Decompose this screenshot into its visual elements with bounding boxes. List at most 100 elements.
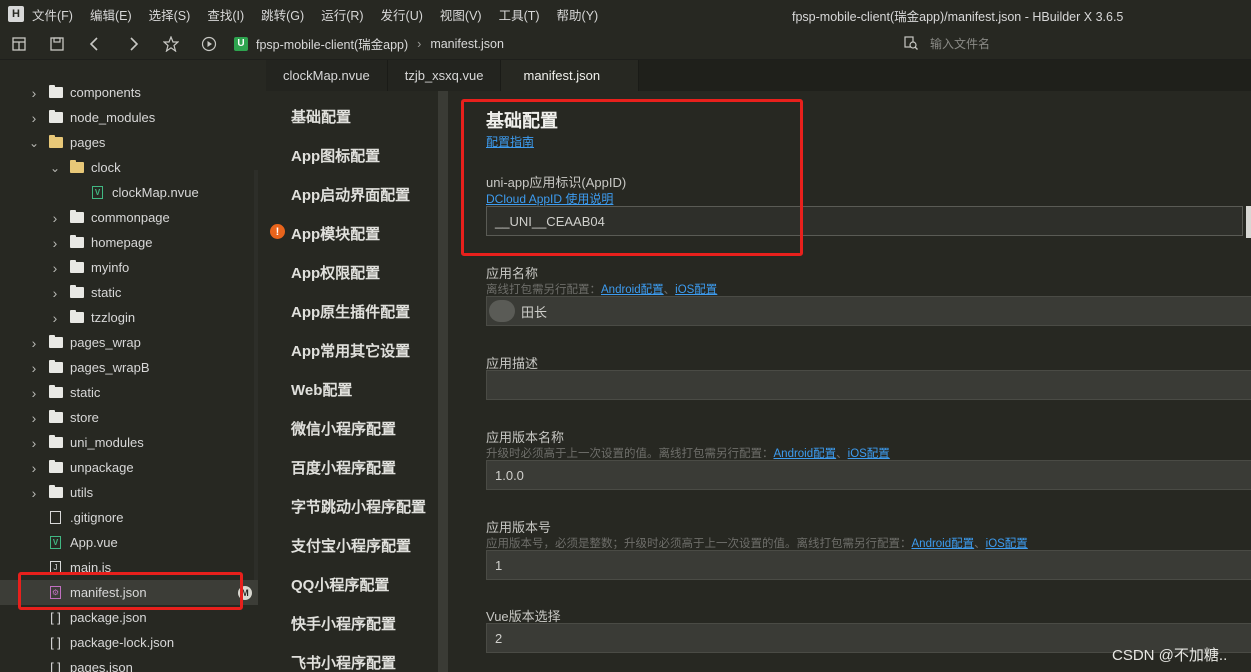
chevron-right-icon[interactable]: › xyxy=(49,310,61,326)
pane-splitter[interactable] xyxy=(438,91,448,672)
tree-file[interactable]: Jmain.js xyxy=(0,555,258,580)
chevron-right-icon[interactable]: › xyxy=(28,485,40,501)
tree-folder[interactable]: › homepage xyxy=(0,230,258,255)
chevron-right-icon[interactable]: › xyxy=(28,110,40,126)
tree-folder[interactable]: › myinfo xyxy=(0,255,258,280)
chevron-right-icon[interactable]: › xyxy=(49,210,61,226)
tree-folder[interactable]: › static xyxy=(0,380,258,405)
version-name-field[interactable]: 1.0.0 xyxy=(486,460,1251,490)
section-qq-mp[interactable]: QQ小程序配置 xyxy=(291,574,389,595)
chevron-down-icon[interactable]: ⌄ xyxy=(28,136,40,150)
star-icon[interactable] xyxy=(152,29,190,59)
tree-file[interactable]: VclockMap.nvue xyxy=(0,180,258,205)
section-app-permissions[interactable]: App权限配置 xyxy=(291,262,380,283)
section-app-modules[interactable]: App模块配置 xyxy=(291,223,380,244)
file-search-input[interactable] xyxy=(930,37,1210,51)
tree-folder[interactable]: ⌄ pages xyxy=(0,130,258,155)
folder-shape xyxy=(69,285,84,298)
version-code-android-link[interactable]: Android配置 xyxy=(912,538,975,550)
version-code-field[interactable]: 1 xyxy=(486,550,1251,580)
section-bytedance-mp[interactable]: 字节跳动小程序配置 xyxy=(291,496,426,517)
section-feishu-mp[interactable]: 飞书小程序配置 xyxy=(291,652,396,672)
chevron-right-icon[interactable]: › xyxy=(28,385,40,401)
tree-folder[interactable]: › commonpage xyxy=(0,205,258,230)
section-app-other-settings[interactable]: App常用其它设置 xyxy=(291,340,410,361)
json-glyph: [ ] xyxy=(50,610,61,625)
section-app-splash[interactable]: App启动界面配置 xyxy=(291,184,410,205)
version-name-ios-link[interactable]: iOS配置 xyxy=(848,448,890,460)
folder-icon xyxy=(69,235,84,249)
tree-folder[interactable]: ⌄ clock xyxy=(0,155,258,180)
chevron-down-icon[interactable]: ⌄ xyxy=(49,161,61,175)
tree-folder[interactable]: › utils xyxy=(0,480,258,505)
tree-folder[interactable]: › tzzlogin xyxy=(0,305,258,330)
section-kuaishou-mp[interactable]: 快手小程序配置 xyxy=(291,613,396,634)
breadcrumb-project[interactable]: fpsp-mobile-client(瑞金app) xyxy=(256,34,408,53)
tree-folder[interactable]: › pages_wrapB xyxy=(0,355,258,380)
menu-file[interactable]: 文件(F) xyxy=(32,5,73,24)
menu-help[interactable]: 帮助(Y) xyxy=(557,5,599,24)
menu-tools[interactable]: 工具(T) xyxy=(499,5,540,24)
menu-find[interactable]: 查找(I) xyxy=(207,5,244,24)
appid-label: uni-app应用标识(AppID) xyxy=(486,175,627,190)
tree-folder[interactable]: › static xyxy=(0,280,258,305)
section-alipay-mp[interactable]: 支付宝小程序配置 xyxy=(291,535,411,556)
version-name-android-link[interactable]: Android配置 xyxy=(774,448,837,460)
tree-file[interactable]: [ ] package.json xyxy=(0,605,258,630)
section-wechat-mp[interactable]: 微信小程序配置 xyxy=(291,418,396,439)
tree-file[interactable]: ⚙ manifest.json M xyxy=(0,580,258,605)
tab-clockmap[interactable]: clockMap.nvue xyxy=(266,60,388,91)
menu-edit[interactable]: 编辑(E) xyxy=(90,5,132,24)
app-desc-field[interactable] xyxy=(486,370,1251,400)
section-basic[interactable]: 基础配置 xyxy=(291,106,351,127)
tree-folder[interactable]: › unpackage xyxy=(0,455,258,480)
appid-help-link[interactable]: DCloud AppID 使用说明 xyxy=(486,190,613,207)
window-icon[interactable] xyxy=(0,29,38,59)
tree-file[interactable]: [ ] package-lock.json xyxy=(0,630,258,655)
menu-run[interactable]: 运行(R) xyxy=(321,5,363,24)
back-icon[interactable] xyxy=(76,29,114,59)
folder-shape xyxy=(48,385,63,398)
folder-shape xyxy=(48,360,63,373)
app-name-label: 应用名称 xyxy=(486,266,539,281)
tree-folder[interactable]: › node_modules xyxy=(0,105,258,130)
forward-icon[interactable] xyxy=(114,29,152,59)
app-name-android-link[interactable]: Android配置 xyxy=(601,284,664,296)
section-baidu-mp[interactable]: 百度小程序配置 xyxy=(291,457,396,478)
chevron-right-icon[interactable]: › xyxy=(49,285,61,301)
menu-goto[interactable]: 跳转(G) xyxy=(261,5,304,24)
section-app-icon[interactable]: App图标配置 xyxy=(291,145,380,166)
tab-manifest[interactable]: manifest.json xyxy=(501,60,640,91)
chevron-right-icon[interactable]: › xyxy=(28,460,40,476)
chevron-right-icon[interactable]: › xyxy=(49,235,61,251)
app-name-field[interactable]: 田长 xyxy=(486,296,1251,326)
tree-folder[interactable]: › store xyxy=(0,405,258,430)
tree-file[interactable]: .gitignore xyxy=(0,505,258,530)
config-guide-link[interactable]: 配置指南 xyxy=(486,133,534,150)
tree-file[interactable]: V App.vue xyxy=(0,530,258,555)
chevron-right-icon[interactable]: › xyxy=(28,435,40,451)
tree-folder[interactable]: › uni_modules xyxy=(0,430,258,455)
app-name-ios-link[interactable]: iOS配置 xyxy=(675,284,717,296)
breadcrumb-file[interactable]: manifest.json xyxy=(430,37,504,51)
section-web[interactable]: Web配置 xyxy=(291,379,352,400)
menu-publish[interactable]: 发行(U) xyxy=(381,5,423,24)
tab-tzjb-xsxq[interactable]: tzjb_xsxq.vue xyxy=(387,60,502,91)
chevron-right-icon[interactable]: › xyxy=(28,85,40,101)
tree-file[interactable]: [ ] pages.json xyxy=(0,655,258,672)
tree-folder[interactable]: › components xyxy=(0,80,258,105)
play-icon[interactable] xyxy=(190,29,228,59)
save-icon[interactable] xyxy=(38,29,76,59)
chevron-right-icon[interactable]: › xyxy=(28,335,40,351)
menu-view[interactable]: 视图(V) xyxy=(440,5,482,24)
section-app-native-plugins[interactable]: App原生插件配置 xyxy=(291,301,410,322)
tree-item-label: manifest.json xyxy=(70,585,147,600)
tree-folder[interactable]: › pages_wrap xyxy=(0,330,258,355)
version-code-ios-link[interactable]: iOS配置 xyxy=(986,538,1028,550)
version-code-label: 应用版本号 xyxy=(486,520,552,535)
chevron-right-icon[interactable]: › xyxy=(28,410,40,426)
chevron-right-icon[interactable]: › xyxy=(49,260,61,276)
menu-select[interactable]: 选择(S) xyxy=(149,5,191,24)
chevron-right-icon[interactable]: › xyxy=(28,360,40,376)
appid-field[interactable]: __UNI__CEAAB04 xyxy=(486,206,1243,236)
